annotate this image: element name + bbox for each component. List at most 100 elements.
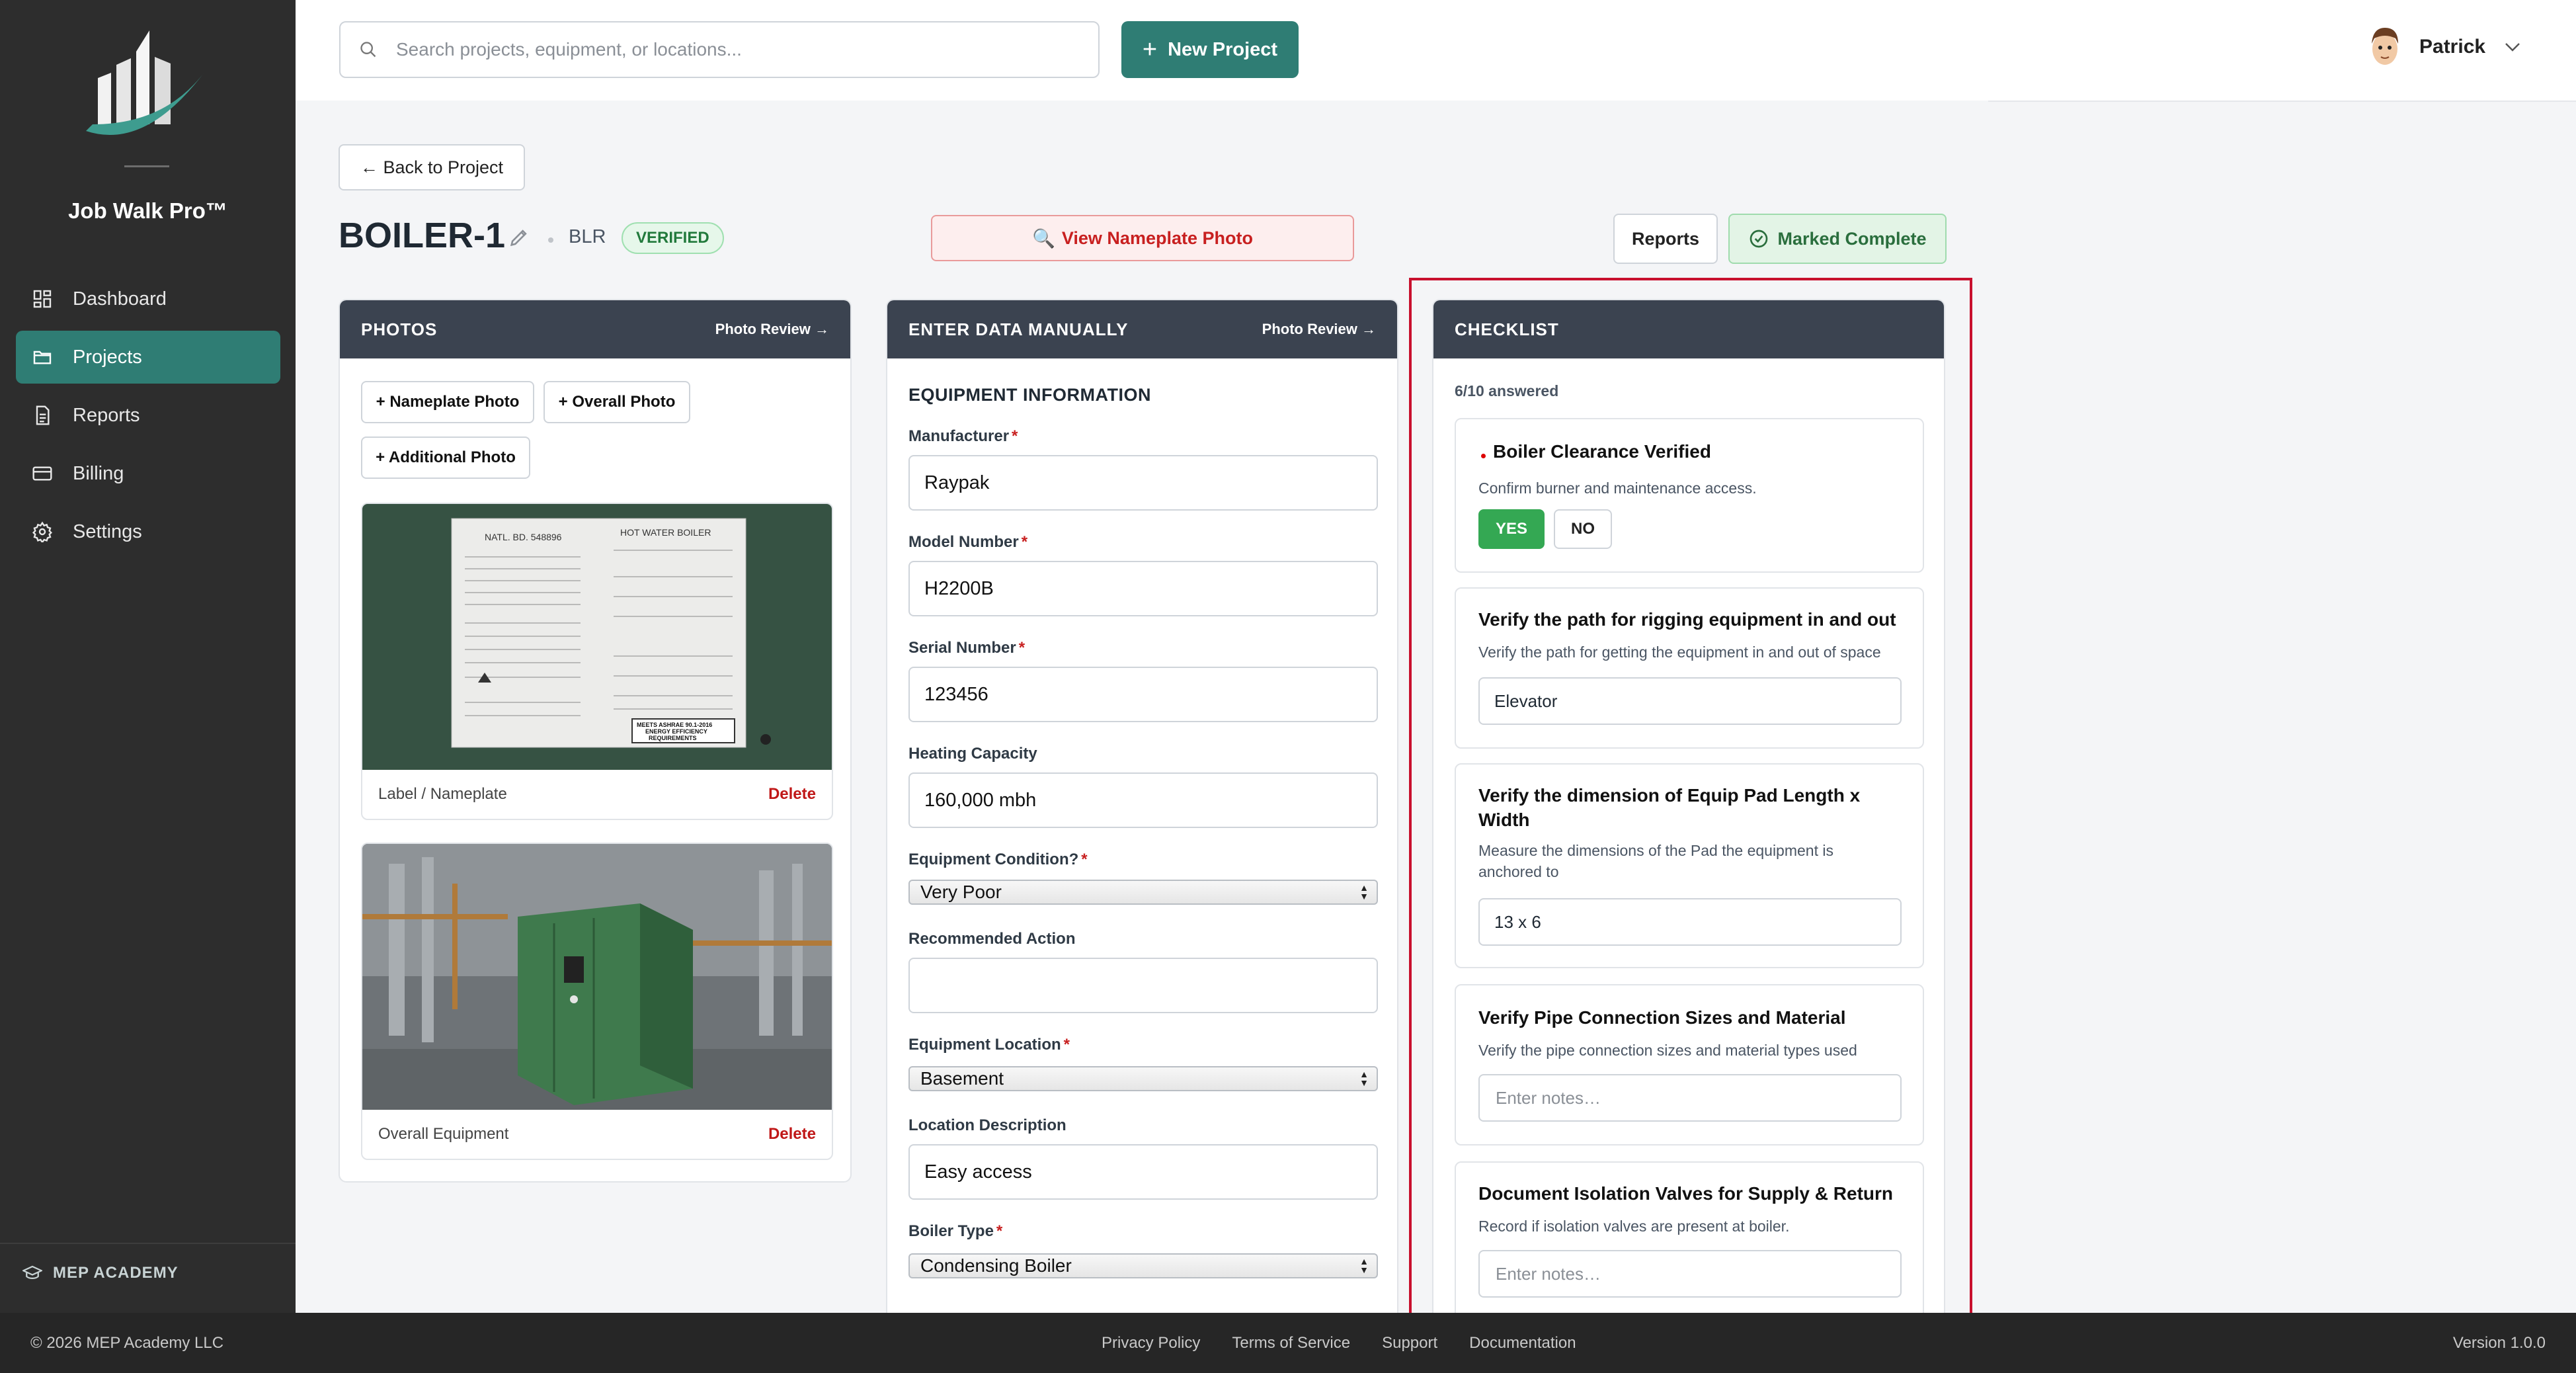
footer-links: Privacy Policy Terms of Service Support … bbox=[1102, 1334, 1576, 1352]
add-overall-photo-button[interactable]: + Overall Photo bbox=[543, 381, 690, 423]
marked-complete-label: Marked Complete bbox=[1777, 228, 1927, 249]
heating-capacity-field[interactable]: 160,000 mbh bbox=[908, 772, 1378, 828]
footer: © 2026 MEP Academy LLC Privacy Policy Te… bbox=[0, 1313, 2576, 1373]
nameplate-ashrae-line-3: REQUIREMENTS bbox=[649, 735, 697, 741]
photo-caption-row: Overall Equipment Delete bbox=[362, 1110, 832, 1159]
version-label: Version 1.0.0 bbox=[2452, 1334, 2546, 1352]
footer-link-terms[interactable]: Terms of Service bbox=[1232, 1334, 1350, 1352]
model-number-label: Model Number * bbox=[908, 533, 1028, 551]
plus-icon: + bbox=[1142, 35, 1158, 63]
top-bar: + New Project Patrick bbox=[296, 0, 2576, 102]
footer-link-documentation[interactable]: Documentation bbox=[1469, 1334, 1576, 1352]
equipment-location-label: Equipment Location * bbox=[908, 1036, 1070, 1054]
photo-review-link[interactable]: Photo Review → bbox=[1262, 321, 1376, 338]
equipment-condition-select[interactable]: Very Poor ▲ ▼ bbox=[908, 880, 1378, 905]
user-name: Patrick bbox=[2419, 36, 2486, 58]
dashboard-icon bbox=[33, 290, 52, 308]
sidebar: Job Walk Pro™ Dashboard Projects Reports… bbox=[0, 0, 296, 1313]
page-title: BOILER-1 bbox=[339, 216, 506, 255]
location-description-field[interactable]: Easy access bbox=[908, 1144, 1378, 1200]
marked-complete-button[interactable]: Marked Complete bbox=[1728, 214, 1947, 264]
magnifier-icon: 🔍 bbox=[1032, 228, 1055, 249]
back-to-project-button[interactable]: ← Back to Project bbox=[339, 144, 525, 190]
add-nameplate-photo-button[interactable]: + Nameplate Photo bbox=[361, 381, 534, 423]
select-arrows-icon: ▲ ▼ bbox=[1359, 882, 1369, 901]
sidebar-item-reports[interactable]: Reports bbox=[16, 389, 280, 442]
recommended-action-label: Recommended Action bbox=[908, 930, 1076, 948]
academy-label: MEP ACADEMY bbox=[53, 1264, 179, 1282]
user-menu[interactable]: Patrick bbox=[2365, 24, 2521, 70]
photos-panel-header: PHOTOS Photo Review → bbox=[340, 300, 850, 358]
manual-panel-header: ENTER DATA MANUALLY Photo Review → bbox=[887, 300, 1397, 358]
nameplate-photo[interactable]: NATL. BD. 548896 HOT WATER BOILER MEETS … bbox=[362, 504, 832, 770]
photos-panel: PHOTOS Photo Review → + Nameplate Photo … bbox=[339, 299, 852, 1183]
serial-number-label: Serial Number * bbox=[908, 639, 1026, 657]
photos-panel-title: PHOTOS bbox=[361, 319, 438, 339]
footer-link-support[interactable]: Support bbox=[1382, 1334, 1437, 1352]
select-value: Condensing Boiler bbox=[920, 1255, 1072, 1276]
photo-card-nameplate[interactable]: NATL. BD. 548896 HOT WATER BOILER MEETS … bbox=[361, 503, 833, 820]
avatar bbox=[2372, 28, 2398, 65]
photo-caption-row: Label / Nameplate Delete bbox=[362, 770, 832, 819]
add-additional-photo-button[interactable]: + Additional Photo bbox=[361, 437, 530, 479]
logo-divider bbox=[124, 165, 169, 167]
boiler-type-label: Boiler Type * bbox=[908, 1222, 1003, 1240]
sidebar-item-label: Reports bbox=[73, 404, 140, 426]
check-circle-icon bbox=[1750, 229, 1768, 248]
gear-icon bbox=[32, 521, 53, 542]
sidebar-item-label: Projects bbox=[73, 346, 142, 368]
equipment-type-code: BLR bbox=[569, 226, 606, 247]
photo-card-overall[interactable]: Overall Equipment Delete bbox=[361, 843, 833, 1160]
nameplate-ashrae-line-2: ENERGY EFFICIENCY bbox=[645, 728, 707, 735]
manual-entry-panel: ENTER DATA MANUALLY Photo Review → EQUIP… bbox=[886, 299, 1398, 1324]
manufacturer-label: Manufacturer * bbox=[908, 427, 1018, 445]
chevron-down-icon bbox=[2505, 43, 2520, 52]
model-number-field[interactable]: H2200B bbox=[908, 561, 1378, 616]
footer-link-privacy[interactable]: Privacy Policy bbox=[1102, 1334, 1200, 1352]
sidebar-item-billing[interactable]: Billing bbox=[16, 447, 280, 500]
new-project-button[interactable]: + New Project bbox=[1121, 21, 1299, 78]
separator-dot bbox=[548, 237, 553, 243]
reports-button[interactable]: Reports bbox=[1613, 214, 1718, 264]
photo-caption: Label / Nameplate bbox=[378, 785, 507, 803]
view-nameplate-label: View Nameplate Photo bbox=[1061, 228, 1253, 248]
nameplate-natl-bd: NATL. BD. 548896 bbox=[485, 532, 562, 542]
copyright: © 2026 MEP Academy LLC bbox=[30, 1334, 224, 1352]
equipment-location-select[interactable]: Basement ▲ ▼ bbox=[908, 1066, 1378, 1091]
sidebar-nav: Dashboard Projects Reports Billing Setti… bbox=[16, 272, 280, 563]
select-arrows-icon: ▲ ▼ bbox=[1359, 1256, 1369, 1275]
sidebar-item-label: Settings bbox=[73, 520, 142, 542]
search-box[interactable] bbox=[339, 21, 1100, 78]
delete-photo-button[interactable]: Delete bbox=[768, 1125, 816, 1144]
photo-review-link[interactable]: Photo Review → bbox=[715, 321, 829, 338]
equipment-condition-label: Equipment Condition? * bbox=[908, 851, 1088, 868]
sidebar-item-projects[interactable]: Projects bbox=[16, 331, 280, 384]
overall-equipment-photo[interactable] bbox=[362, 844, 832, 1110]
pencil-icon[interactable] bbox=[508, 226, 530, 249]
recommended-action-field[interactable] bbox=[908, 958, 1378, 1013]
select-value: Basement bbox=[920, 1068, 1004, 1089]
sidebar-item-settings[interactable]: Settings bbox=[16, 505, 280, 558]
sidebar-item-label: Dashboard bbox=[73, 288, 167, 310]
new-project-label: New Project bbox=[1168, 38, 1278, 60]
app-logo[interactable] bbox=[73, 25, 218, 151]
document-icon bbox=[36, 405, 50, 425]
boiler-type-select[interactable]: Condensing Boiler ▲ ▼ bbox=[908, 1253, 1378, 1278]
heating-capacity-label: Heating Capacity bbox=[908, 745, 1037, 763]
select-arrows-icon: ▲ ▼ bbox=[1359, 1069, 1369, 1088]
graduation-cap-icon bbox=[22, 1265, 42, 1279]
status-badge: VERIFIED bbox=[622, 222, 724, 254]
sidebar-item-label: Billing bbox=[73, 462, 124, 484]
serial-number-field[interactable]: 123456 bbox=[908, 667, 1378, 722]
nameplate-title: HOT WATER BOILER bbox=[620, 527, 711, 538]
search-input[interactable] bbox=[395, 38, 1059, 61]
delete-photo-button[interactable]: Delete bbox=[768, 785, 816, 804]
photo-caption: Overall Equipment bbox=[378, 1125, 509, 1143]
credit-card-icon bbox=[32, 466, 52, 481]
app-name: Job Walk Pro™ bbox=[68, 198, 227, 223]
academy-link[interactable]: MEP ACADEMY bbox=[0, 1243, 296, 1282]
manufacturer-field[interactable]: Raypak bbox=[908, 455, 1378, 511]
view-nameplate-button[interactable]: 🔍 View Nameplate Photo bbox=[931, 215, 1354, 261]
sidebar-item-dashboard[interactable]: Dashboard bbox=[16, 272, 280, 325]
location-description-label: Location Description bbox=[908, 1116, 1067, 1134]
